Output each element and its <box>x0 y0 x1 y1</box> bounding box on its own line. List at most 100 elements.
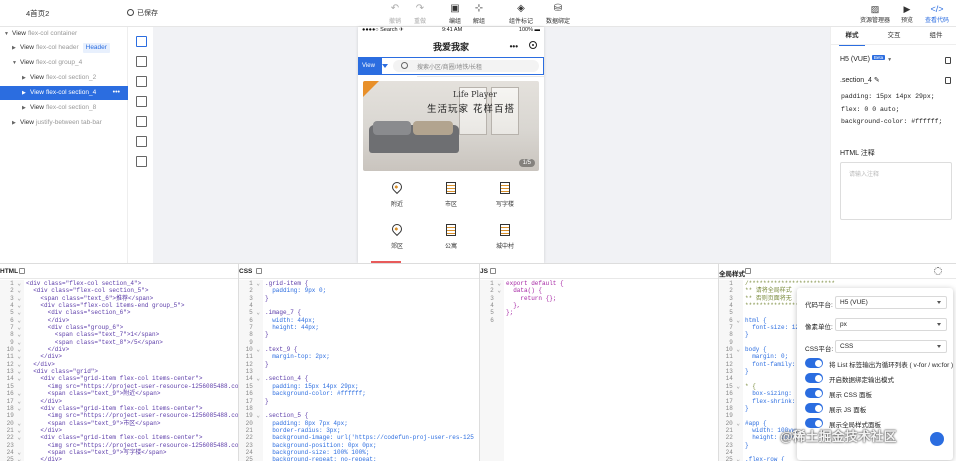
code-line: <div class="grid-item flex-col items-cen… <box>26 404 203 412</box>
code-line: <span class="text_9">附近</span> <box>26 390 161 398</box>
js-code-editor[interactable]: 1 ⌄ 2 ⌄ 3 4 5 6 export default { data() { … <box>480 280 718 461</box>
grid-item[interactable]: 附近 <box>372 179 422 215</box>
code-line: .section_5 { <box>265 412 309 420</box>
line-number: 6 ⌄ <box>10 316 21 324</box>
line-number: 16 <box>725 390 740 398</box>
tree-item-section-8[interactable]: ▶ View flex-col section_8 <box>0 101 128 115</box>
preview-button[interactable]: ▶ 预览 <box>897 1 917 26</box>
line-number: 9 ⌄ <box>10 338 21 346</box>
code-line: margin-top: 2px; <box>265 353 330 361</box>
line-number: 19 <box>725 412 740 420</box>
data-bind-button[interactable]: ⛁ 数据绑定 <box>540 1 576 26</box>
grid-item[interactable]: 城中村 <box>480 221 530 257</box>
css-code-editor[interactable]: 1 ⌄ 2 3 4 5 ⌄ 6 7 8 9 10 ⌄ 11 12 13 14 ⌄ 15 … <box>239 280 479 461</box>
code-line: }; <box>506 309 514 317</box>
location-icon <box>389 221 405 237</box>
tree-item-group-4[interactable]: ▼ View flex-col group_4 <box>0 56 128 70</box>
line-number: 15 <box>245 382 260 390</box>
line-number: 17 ⌄ <box>6 397 21 405</box>
grid-item-label: 市区 <box>444 202 457 208</box>
more-icon[interactable]: ••• <box>510 42 518 51</box>
layers-icon[interactable] <box>136 36 147 47</box>
copy-icon[interactable] <box>19 268 25 274</box>
style-line: flex: 0 0 auto; <box>841 105 900 113</box>
line-number: 21 <box>725 426 740 434</box>
grid-item[interactable]: 写字楼 <box>480 179 530 215</box>
line-number: 18 <box>245 404 260 412</box>
css-panel-toggle[interactable] <box>805 388 823 398</box>
tab-interaction[interactable]: 交互 <box>873 27 915 45</box>
code-line: </div> <box>26 346 70 354</box>
js-panel-toggle[interactable] <box>805 403 823 413</box>
line-number: 14 ⌄ <box>6 375 21 383</box>
tree-node-type: View <box>12 30 26 37</box>
grid-item[interactable]: 公寓 <box>426 221 476 257</box>
code-line: border-radius: 3px; <box>265 426 341 434</box>
line-number: 4 ⌄ <box>10 302 21 310</box>
code-line: padding: 9px 0; <box>265 287 327 295</box>
tab-style[interactable]: 样式 <box>831 27 873 46</box>
line-number: 8 <box>729 331 740 339</box>
help-button[interactable] <box>930 432 944 446</box>
copy-icon[interactable] <box>745 268 751 274</box>
image-icon[interactable] <box>136 96 147 107</box>
view-tag: View <box>358 57 388 75</box>
html-code-editor[interactable]: 1 ⌄ 2 ⌄ 3 ⌄ 4 ⌄ 5 ⌄ 6 ⌄ 7 ⌄ 8 ⌄ 9 ⌄ 10 ⌄ 11 ⌄ 12 ⌄ 1… <box>0 280 238 461</box>
more-icon[interactable]: ••• <box>113 86 120 100</box>
tree-node-class: justify-between tab-bar <box>35 119 102 126</box>
status-battery: 100% ▬ <box>518 27 540 33</box>
line-number: 8 <box>249 331 260 339</box>
copy-icon[interactable] <box>490 268 496 274</box>
tree-item-section-4[interactable]: ▶ View flex-col section_4 ••• <box>0 86 128 100</box>
line-number: 5 <box>490 309 501 317</box>
list-loop-toggle[interactable] <box>805 358 823 368</box>
line-number: 18 ⌄ <box>6 404 21 412</box>
ungroup-button[interactable]: ⊹ 解组 <box>462 1 496 26</box>
line-number: 1 ⌄ <box>10 280 21 287</box>
tree-item-container[interactable]: ▼ View flex-col container <box>0 27 128 41</box>
grid-icon[interactable] <box>136 56 147 67</box>
data-binding-toggle[interactable] <box>805 373 823 383</box>
unit-dropdown[interactable]: px <box>835 318 947 331</box>
platform-select[interactable]: H5 (VUE) Beta ▼ <box>840 55 892 63</box>
tag-icon: ◈ <box>517 3 525 14</box>
line-number: 15 ⌄ <box>725 382 740 390</box>
view-code-button[interactable]: </> 查看代码 <box>922 1 952 26</box>
component-icon[interactable] <box>136 116 147 127</box>
tree-item-tab-bar[interactable]: ▶ View justify-between tab-bar <box>0 116 128 130</box>
copy-icon[interactable] <box>945 77 951 84</box>
edit-icon[interactable]: ✎ <box>874 77 880 84</box>
close-target-icon[interactable] <box>529 41 537 49</box>
line-number: 25 <box>245 456 260 461</box>
css-code: .grid-item { padding: 9px 0;} .image_7 {… <box>265 280 479 461</box>
layout-icon[interactable] <box>136 136 147 147</box>
component-tag-button[interactable]: ◈ 组件标记 <box>503 1 539 26</box>
copy-icon[interactable] <box>136 156 147 167</box>
html-panel: HTML 1 ⌄ 2 ⌄ 3 ⌄ 4 ⌄ 5 ⌄ 6 ⌄ 7 ⌄ 8 ⌄ 9 ⌄ 10 ⌄ 11 ⌄… <box>0 264 238 461</box>
tree-item-header[interactable]: ▶ View flex-col header Header <box>0 41 128 55</box>
database-icon: ⛁ <box>553 3 563 14</box>
line-number: 13 <box>245 368 260 376</box>
code-line: <span class="text_9">市区</span> <box>26 419 161 427</box>
search-input[interactable]: 搜索小区/商圈/地铁/长租 <box>393 60 544 77</box>
component-tag-badge: Header <box>82 43 110 53</box>
tree-item-section-2[interactable]: ▶ View flex-col section_2 <box>0 71 128 85</box>
document-icon[interactable] <box>136 76 147 87</box>
html-note-textarea[interactable]: 请输入注释 <box>840 162 952 220</box>
settings-icon[interactable] <box>934 267 942 275</box>
copy-icon[interactable] <box>945 57 951 64</box>
tree-node-class: flex-col container <box>27 30 78 37</box>
line-number: 21 <box>245 426 260 434</box>
tab-component[interactable]: 组件 <box>915 27 956 45</box>
redo-button[interactable]: ↷ 重做 <box>403 1 437 26</box>
nav-bar: 我爱我家 ••• <box>358 35 544 57</box>
css-platform-dropdown[interactable]: CSS <box>835 340 947 353</box>
resource-manager-button[interactable]: ▨ 资源管理器 <box>855 1 895 26</box>
grid-item[interactable]: 市区 <box>426 179 476 215</box>
copy-icon[interactable] <box>256 268 262 274</box>
banner-image[interactable]: Life Player 生活玩家 花样百搭 1/5 <box>363 81 539 171</box>
line-number: 3 ⌄ <box>10 294 21 302</box>
platform-dropdown[interactable]: H5 (VUE) <box>835 296 947 309</box>
grid-item[interactable]: 郊区 <box>372 221 422 257</box>
